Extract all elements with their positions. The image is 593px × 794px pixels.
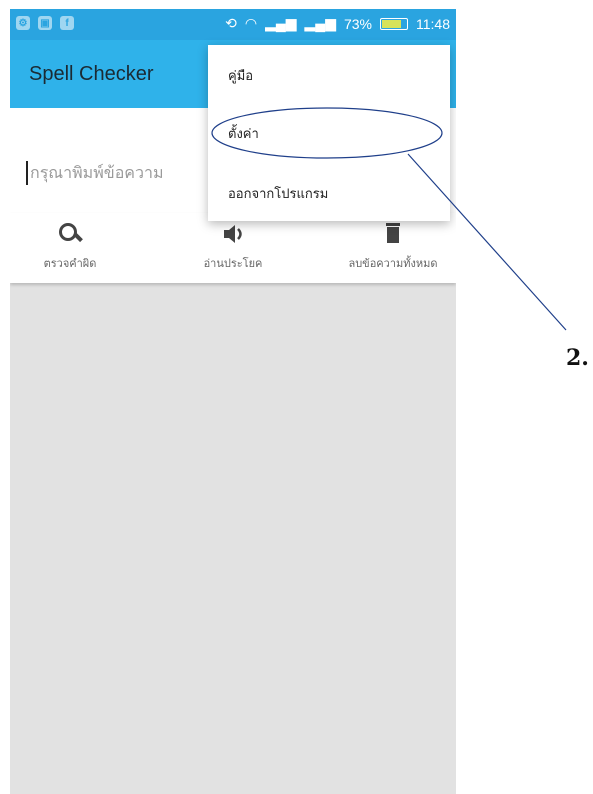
system-icons: ⟲ ◠ ▂▄▆ ▂▄▆ 73% 11:48	[225, 15, 450, 32]
clear-all-button[interactable]: ลบข้อความทั้งหมด	[333, 213, 453, 283]
overflow-menu: คู่มือ ตั้งค่า ออกจากโปรแกรม	[208, 45, 450, 221]
check-spelling-label: ตรวจคำผิด	[43, 257, 97, 270]
trash-icon	[380, 221, 406, 247]
read-sentence-button[interactable]: อ่านประโยค	[173, 213, 293, 283]
speaker-icon	[220, 221, 246, 247]
annotation-label: 2.	[566, 345, 589, 371]
menu-item-manual-label: คู่มือ	[228, 69, 254, 84]
rotate-icon: ⟲	[225, 15, 237, 31]
wifi-icon: ◠	[244, 15, 258, 31]
menu-item-settings[interactable]: ตั้งค่า	[208, 103, 450, 161]
menu-item-settings-label: ตั้งค่า	[228, 127, 259, 142]
action-bar: ตรวจคำผิด อ่านประโยค ลบข้อความทั้งหมด	[10, 213, 456, 283]
menu-item-manual[interactable]: คู่มือ	[208, 45, 450, 103]
battery-icon	[380, 17, 408, 30]
app-title: Spell Checker	[29, 63, 154, 85]
notification-icons: ⚙ ▣ f	[16, 16, 74, 30]
status-time: 11:48	[416, 15, 450, 32]
phone-screen: ⚙ ▣ f ⟲ ◠ ▂▄▆ ▂▄▆ 73% 11:48 Spell Checke…	[10, 9, 456, 794]
check-spelling-button[interactable]: ตรวจคำผิด	[10, 213, 130, 283]
battery-percent: 73%	[343, 15, 372, 32]
image-icon: ▣	[38, 16, 52, 30]
menu-item-exit[interactable]: ออกจากโปรแกรม	[208, 163, 450, 221]
text-cursor	[26, 161, 28, 185]
facebook-icon: f	[60, 16, 74, 30]
signal-icon: ▂▄▆	[304, 15, 336, 31]
signal-icon: ▂▄▆	[265, 15, 297, 31]
search-icon	[57, 221, 83, 247]
read-sentence-label: อ่านประโยค	[203, 257, 263, 270]
clear-all-label: ลบข้อความทั้งหมด	[348, 257, 438, 270]
status-bar: ⚙ ▣ f ⟲ ◠ ▂▄▆ ▂▄▆ 73% 11:48	[10, 9, 456, 40]
results-area	[10, 283, 456, 794]
menu-item-exit-label: ออกจากโปรแกรม	[228, 187, 329, 202]
settings-icon: ⚙	[16, 16, 30, 30]
